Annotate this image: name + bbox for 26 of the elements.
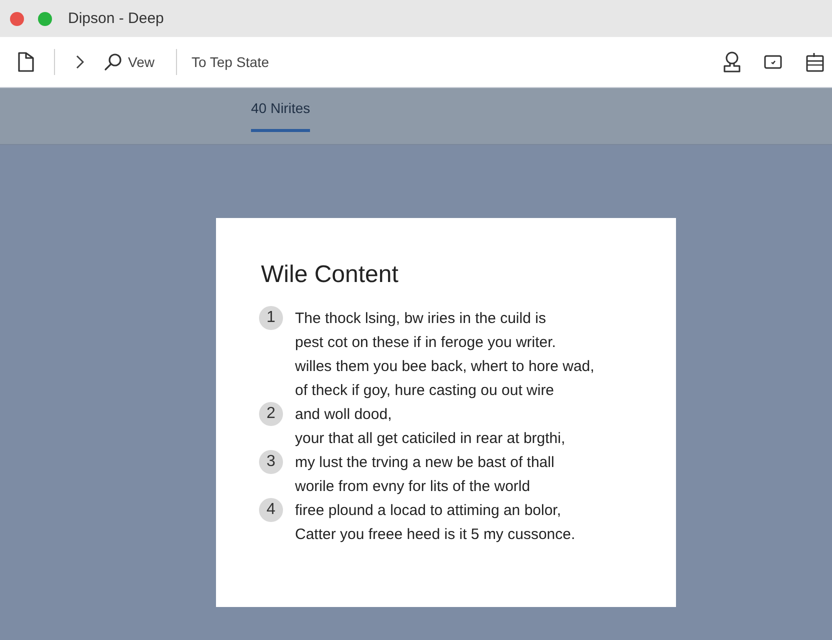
number-badge: 2: [259, 402, 283, 426]
text-line: The thock lsing, bw iries in the cuild is: [295, 310, 546, 326]
user-icon[interactable]: [722, 51, 742, 73]
text-line: and woll dood,: [295, 406, 392, 422]
text-line: worile from evny for lits of the world: [295, 478, 530, 494]
chevron-right-icon[interactable]: [76, 55, 84, 69]
view-button[interactable]: Vew: [102, 49, 156, 75]
text-line: firee plound a locad to attiming an bolor,: [295, 502, 562, 518]
text-line: of theck if goy, hure casting ou out wire: [295, 382, 554, 398]
state-button[interactable]: To Tep State: [191, 50, 272, 74]
text-line: willes them you bee back, whert to hore wad,: [295, 358, 594, 374]
close-button[interactable]: [10, 12, 24, 26]
tab[interactable]: 40 Nirites: [251, 88, 310, 132]
window-title: Dipson - Deep: [68, 10, 164, 27]
text-line: your that all get caticiled in rear at brgthi,: [295, 430, 566, 446]
text-line: pest cot on these if in feroge you writer.: [295, 334, 556, 350]
number-badge: 1: [259, 306, 283, 330]
number-badge: 4: [259, 498, 283, 522]
search-icon: [104, 53, 122, 71]
number-badge: 3: [259, 450, 283, 474]
calendar-icon[interactable]: [806, 52, 824, 72]
document-icon[interactable]: [18, 52, 34, 72]
text-line: Catter you freee heed is it 5 my cussonce.: [295, 526, 576, 542]
screen-icon[interactable]: [764, 55, 782, 69]
document-heading: Wile Content: [261, 260, 400, 290]
text-line: my lust the trving a new be bast of thall: [295, 454, 554, 470]
